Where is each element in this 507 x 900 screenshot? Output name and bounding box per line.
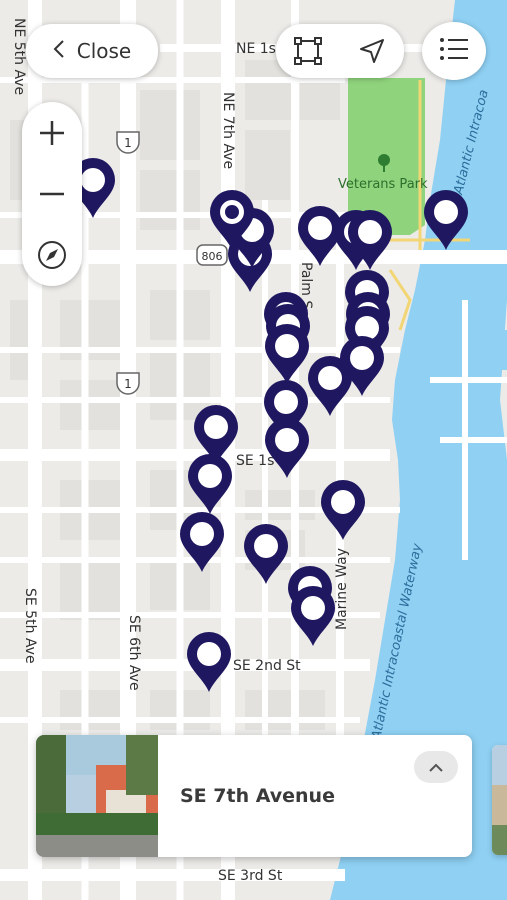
map-tools (276, 24, 404, 78)
chevron-up-icon (428, 758, 444, 777)
location-pin-dot (81, 168, 105, 192)
street-label-se-5th-ave: SE 5th Ave (22, 588, 38, 664)
svg-text:1: 1 (124, 377, 132, 391)
street-label-marine-way: Marine Way (334, 548, 350, 630)
svg-text:1: 1 (124, 136, 132, 150)
location-pin-dot (190, 522, 214, 546)
zoom-in-button[interactable] (28, 109, 76, 157)
navigate-arrow-icon[interactable] (348, 27, 396, 75)
location-pin-dot (318, 366, 342, 390)
street-label-ne-5th-ave: NE 5th Ave (11, 18, 27, 95)
water-inlet (470, 470, 507, 520)
street-label-se-6th-ave: SE 6th Ave (126, 615, 142, 691)
location-pin-dot (198, 464, 222, 488)
location-card[interactable]: SE 7th Avenue (36, 735, 472, 857)
bridge (395, 250, 507, 264)
water-inlet (466, 330, 507, 370)
location-pin-dot (274, 390, 298, 414)
zoom-out-button[interactable] (28, 170, 76, 218)
street-label-se-2nd: SE 2nd St (233, 658, 301, 674)
expand-card-button[interactable] (414, 751, 458, 783)
location-pin-dot (308, 216, 332, 240)
location-photo (36, 735, 158, 857)
next-location-photo (492, 745, 507, 855)
plus-icon (40, 120, 64, 145)
selected-pin-indicator (225, 205, 239, 219)
location-pin-dot (358, 220, 382, 244)
location-pin-dot (434, 200, 458, 224)
compass-button[interactable] (28, 231, 76, 279)
location-pin-dot (331, 490, 355, 514)
chevron-left-icon (53, 39, 65, 63)
location-pin-dot (301, 596, 325, 620)
location-pin-dot (350, 346, 374, 370)
location-pin-dot (275, 428, 299, 452)
close-button[interactable]: Close (26, 24, 158, 78)
select-area-icon[interactable] (284, 27, 332, 75)
park-label: Veterans Park (338, 177, 428, 192)
list-icon (439, 37, 469, 65)
zoom-control (22, 102, 82, 286)
location-pin-dot (204, 415, 228, 439)
close-label: Close (76, 39, 132, 63)
us1-shield: 1 (116, 131, 140, 154)
location-title: SE 7th Avenue (180, 785, 335, 807)
location-pin-dot (197, 642, 221, 666)
minus-icon (40, 192, 64, 196)
location-pin-dot (275, 334, 299, 358)
compass-icon (38, 241, 66, 270)
street-label-se-3rd: SE 3rd St (218, 868, 283, 884)
street-label-ne-1st: NE 1s (236, 41, 276, 57)
route-806-shield: 806 (196, 244, 228, 266)
list-view-button[interactable] (422, 22, 486, 80)
svg-text:806: 806 (202, 250, 223, 263)
us1-shield: 1 (116, 372, 140, 395)
location-pin-dot (254, 534, 278, 558)
next-location-card[interactable] (492, 745, 507, 855)
street-label-se-1st: SE 1s (236, 453, 274, 469)
street-label-ne-7th-ave: NE 7th Ave (220, 92, 236, 169)
